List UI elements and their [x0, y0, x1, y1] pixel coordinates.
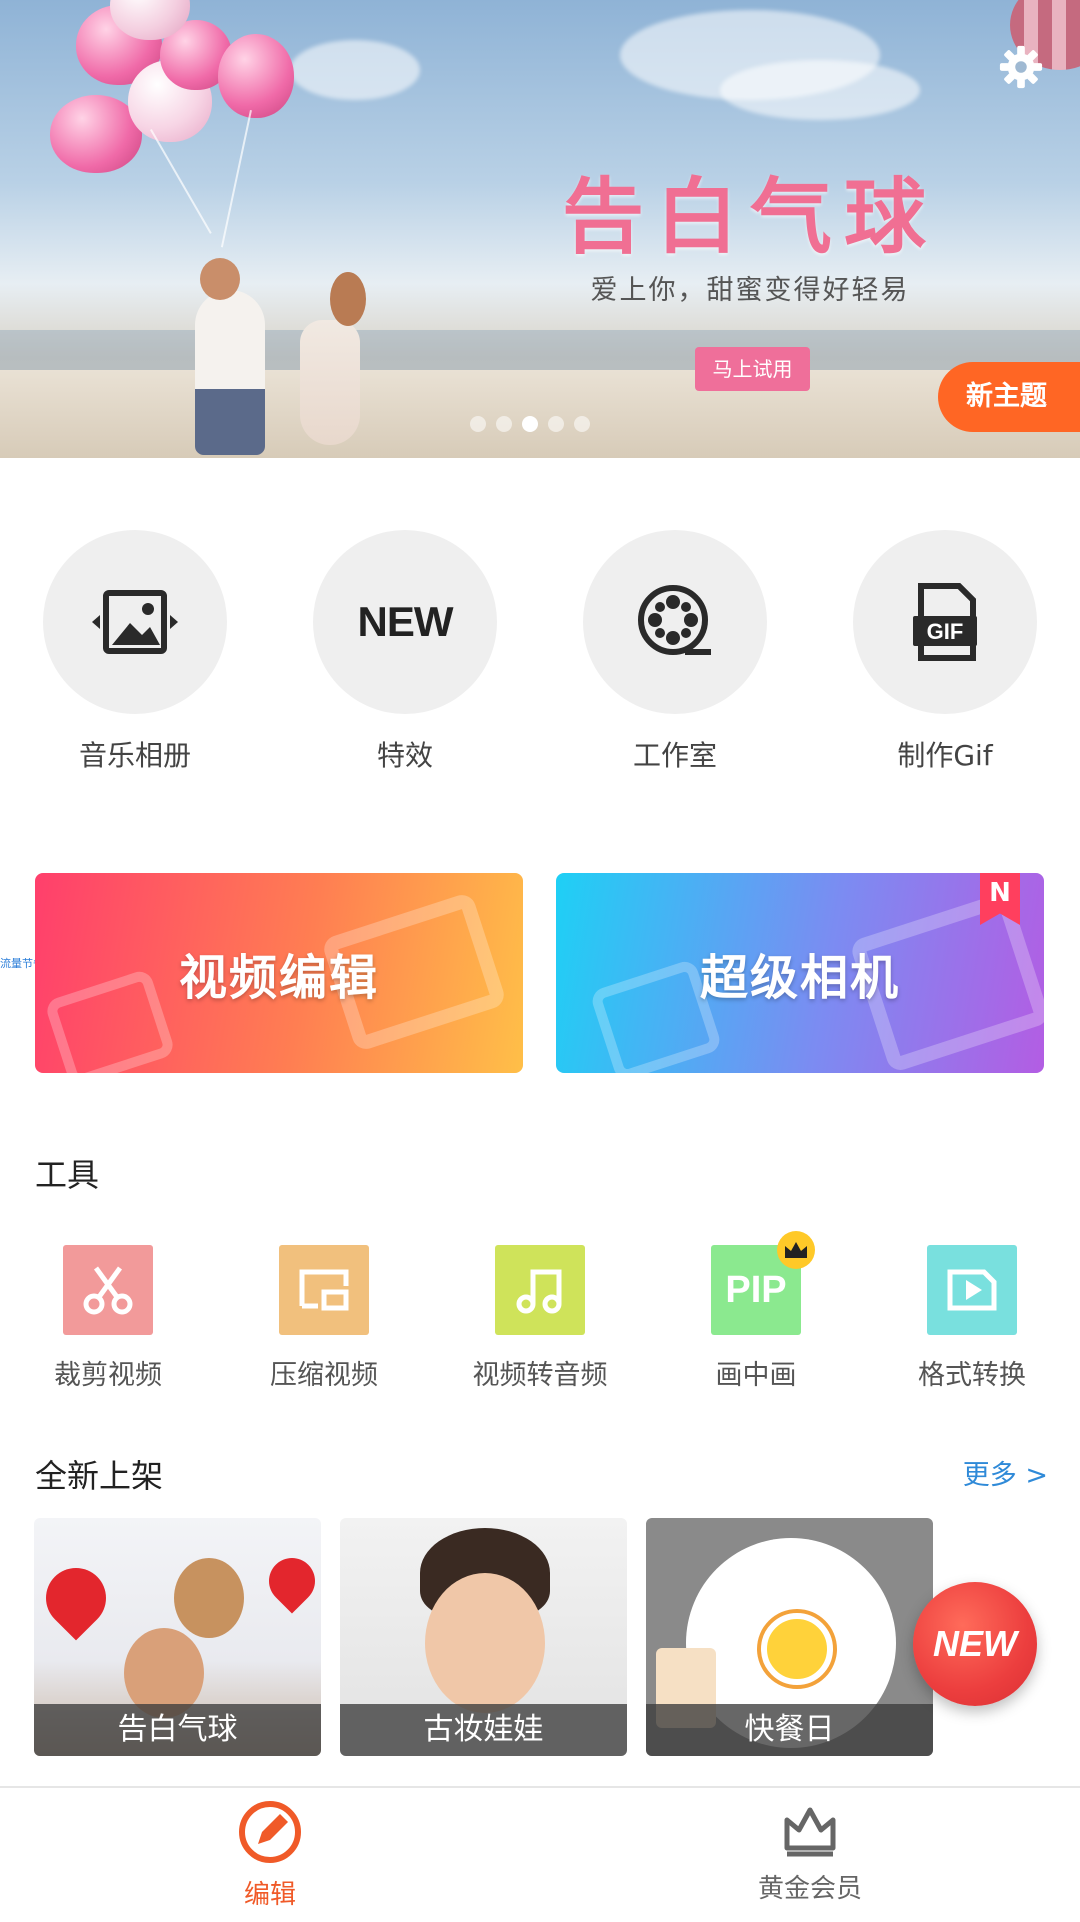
format-convert-label: 格式转换	[918, 1360, 1026, 1391]
new-arrivals-title: 全新上架	[35, 1457, 164, 1495]
music-note-icon	[516, 1269, 562, 1314]
compress-icon	[299, 1269, 349, 1311]
theme-card-caption: 古妆娃娃	[340, 1704, 627, 1756]
balloon-string	[220, 110, 252, 248]
make-gif-action[interactable]: GIF 制作Gif	[850, 530, 1040, 774]
theme-card-caption: 告白气球	[34, 1704, 321, 1756]
quick-actions: 音乐相册 NEW 特效 工作室 GIF 制作Gif	[0, 530, 1080, 780]
nav-vip-label: 黄金会员	[757, 1874, 862, 1904]
beach	[0, 370, 1080, 458]
theme-card[interactable]: 快餐日	[646, 1518, 933, 1756]
cloud	[720, 60, 920, 120]
pip-icon: PIP	[725, 1268, 787, 1311]
compress-video-tool[interactable]: 压缩视频	[234, 1245, 414, 1392]
woman-figure	[300, 320, 360, 445]
film-reel-icon	[638, 585, 711, 655]
studio-label: 工作室	[632, 739, 717, 772]
nav-edit[interactable]: 编辑	[170, 1798, 370, 1911]
carousel-dots	[470, 416, 590, 432]
crown-icon	[785, 1242, 807, 1258]
studio-action[interactable]: 工作室	[580, 530, 770, 774]
video-edit-card[interactable]: 视频编辑	[35, 873, 523, 1073]
pip-tool[interactable]: PIP 画中画	[666, 1231, 846, 1392]
sea	[0, 330, 1080, 370]
balloon	[218, 34, 294, 118]
more-link[interactable]: 更多 >	[963, 1453, 1048, 1492]
photo-slideshow-icon	[92, 590, 178, 654]
new-text-icon: NEW	[357, 598, 454, 645]
hero-banner[interactable]: 告白气球 爱上你，甜蜜变得好轻易 马上试用 新主题	[0, 0, 1080, 458]
woman-face	[174, 1558, 244, 1638]
balloon-string	[150, 129, 212, 234]
video-to-audio-tool[interactable]: 视频转音频	[450, 1245, 630, 1392]
video-camera-watermark	[43, 968, 177, 1073]
trim-video-tool[interactable]: 裁剪视频	[18, 1245, 198, 1392]
video-edit-title: 视频编辑	[178, 950, 379, 1006]
gif-file-icon: GIF	[913, 583, 977, 661]
crown-icon	[784, 1807, 836, 1857]
man-head	[200, 258, 240, 300]
carousel-dot[interactable]	[496, 416, 512, 432]
compress-video-icon-bg[interactable]	[279, 1245, 369, 1335]
pip-label: 画中画	[715, 1360, 797, 1391]
make-gif-label: 制作Gif	[897, 739, 993, 772]
super-camera-card[interactable]: 超级相机 N	[556, 873, 1044, 1073]
format-convert-tool[interactable]: 格式转换	[882, 1245, 1062, 1392]
banner-title: 告白气球	[561, 169, 938, 265]
settings-gear-icon[interactable]	[998, 44, 1044, 90]
theme-card[interactable]: 告白气球	[34, 1518, 321, 1756]
theme-card-caption: 快餐日	[646, 1704, 933, 1756]
video-to-audio-icon-bg[interactable]	[495, 1245, 585, 1335]
cloud	[290, 40, 420, 100]
music-album-circle[interactable]	[43, 530, 227, 714]
compress-video-label: 压缩视频	[270, 1360, 378, 1391]
scissors-icon	[83, 1266, 133, 1315]
effects-action[interactable]: NEW 特效	[310, 530, 500, 774]
trim-video-icon-bg[interactable]	[63, 1245, 153, 1335]
music-album-label: 音乐相册	[78, 739, 191, 772]
effects-label: 特效	[376, 739, 433, 772]
man-figure	[195, 290, 265, 455]
heart-balloon	[259, 1548, 321, 1614]
egg-sticker	[761, 1613, 833, 1685]
trim-video-label: 裁剪视频	[54, 1360, 162, 1391]
banner-subtitle: 爱上你，甜蜜变得好轻易	[590, 275, 910, 306]
nav-vip[interactable]: 黄金会员	[710, 1798, 910, 1905]
pip-icon-bg[interactable]: PIP	[711, 1231, 815, 1335]
heart-balloon	[34, 1555, 119, 1641]
carousel-dot[interactable]	[548, 416, 564, 432]
studio-circle[interactable]	[583, 530, 767, 714]
make-gif-circle[interactable]: GIF	[853, 530, 1037, 714]
bottom-navigation: 编辑 黄金会员	[0, 1786, 1080, 1922]
super-camera-title: 超级相机	[699, 950, 900, 1006]
new-theme-button[interactable]: 新主题	[938, 362, 1080, 432]
woman-head	[330, 272, 366, 326]
tools-title: 工具	[35, 1156, 100, 1194]
gif-icon-text: GIF	[927, 619, 964, 644]
music-album-action[interactable]: 音乐相册	[40, 530, 230, 774]
format-convert-icon-bg[interactable]	[927, 1245, 1017, 1335]
try-now-button[interactable]: 马上试用	[695, 347, 810, 391]
convert-icon	[947, 1269, 997, 1311]
nav-edit-label: 编辑	[243, 1880, 296, 1910]
girl-face	[425, 1573, 545, 1713]
vip-crown-badge	[777, 1231, 815, 1269]
effects-circle[interactable]: NEW	[313, 530, 497, 714]
edit-pencil-icon	[239, 1801, 301, 1863]
carousel-dot[interactable]	[470, 416, 486, 432]
carousel-dot-active[interactable]	[522, 416, 538, 432]
video-to-audio-label: 视频转音频	[472, 1360, 608, 1391]
new-fab-button[interactable]: NEW	[913, 1582, 1037, 1706]
carousel-dot[interactable]	[574, 416, 590, 432]
theme-card[interactable]: 古妆娃娃	[340, 1518, 627, 1756]
